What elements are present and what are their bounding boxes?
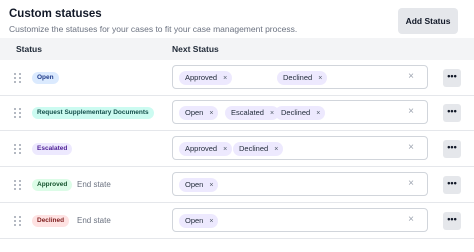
- clear-selection-icon[interactable]: ×: [405, 70, 417, 84]
- remove-chip-icon[interactable]: ×: [316, 110, 320, 117]
- more-options-button[interactable]: •••: [443, 69, 461, 87]
- next-status-chip: Escalated ×: [225, 106, 280, 120]
- table-row: Declined End state Open × × •••: [0, 203, 474, 239]
- chip-label: Declined: [239, 144, 269, 153]
- end-state-label: End state: [77, 216, 111, 225]
- status-badge: Approved: [32, 179, 73, 191]
- clear-selection-icon[interactable]: ×: [405, 177, 417, 191]
- table-row: Approved End state Open × × •••: [0, 167, 474, 203]
- drag-handle-icon[interactable]: [14, 73, 22, 84]
- next-status-chip: Open ×: [179, 106, 219, 120]
- next-status-chip: Declined ×: [275, 106, 326, 120]
- next-status-chip: Declined ×: [233, 142, 284, 156]
- clear-selection-icon[interactable]: ×: [405, 213, 417, 227]
- remove-chip-icon[interactable]: ×: [209, 182, 213, 189]
- status-badge: Request Supplementary Documents: [32, 107, 154, 119]
- next-status-select[interactable]: Open × ×: [172, 208, 428, 232]
- remove-chip-icon[interactable]: ×: [209, 218, 213, 225]
- drag-handle-icon[interactable]: [14, 144, 22, 155]
- chip-label: Open: [185, 180, 204, 189]
- page-title: Custom statuses: [9, 8, 102, 20]
- chip-label: Open: [185, 108, 204, 117]
- more-options-button[interactable]: •••: [443, 212, 461, 230]
- chip-label: Declined: [283, 73, 313, 82]
- column-header-next-status: Next Status: [172, 44, 219, 54]
- drag-handle-icon[interactable]: [14, 108, 22, 119]
- chip-label: Escalated: [231, 108, 264, 117]
- next-status-select[interactable]: Open × ×: [172, 172, 428, 196]
- chip-label: Approved: [185, 144, 218, 153]
- next-status-select[interactable]: Approved × Declined × ×: [172, 65, 428, 89]
- column-header-status: Status: [16, 44, 42, 54]
- chip-label: Declined: [281, 108, 311, 117]
- next-status-select[interactable]: Open × Escalated × Declined × ×: [172, 100, 428, 124]
- remove-chip-icon[interactable]: ×: [270, 110, 274, 117]
- table-row: Open Approved × Declined × × •••: [0, 60, 474, 96]
- remove-chip-icon[interactable]: ×: [223, 75, 227, 82]
- next-status-chip: Approved ×: [179, 71, 233, 85]
- next-status-chip: Open ×: [179, 214, 219, 228]
- more-options-button[interactable]: •••: [443, 104, 461, 122]
- next-status-chip: Declined ×: [277, 71, 328, 85]
- more-options-button[interactable]: •••: [443, 176, 461, 194]
- next-status-chip: Open ×: [179, 178, 219, 192]
- add-status-button[interactable]: Add Status: [398, 8, 458, 34]
- table-row: Escalated Approved × Declined × × •••: [0, 131, 474, 167]
- next-status-select[interactable]: Approved × Declined × ×: [172, 136, 428, 160]
- chip-label: Open: [185, 216, 204, 225]
- clear-selection-icon[interactable]: ×: [405, 141, 417, 155]
- remove-chip-icon[interactable]: ×: [223, 146, 227, 153]
- drag-handle-icon[interactable]: [14, 216, 22, 227]
- remove-chip-icon[interactable]: ×: [274, 146, 278, 153]
- status-badge: Declined: [32, 215, 70, 227]
- drag-handle-icon[interactable]: [14, 180, 22, 191]
- table-header: Status Next Status: [0, 38, 474, 60]
- status-badge: Open: [32, 72, 59, 84]
- end-state-label: End state: [77, 180, 111, 189]
- next-status-chip: Approved ×: [179, 142, 233, 156]
- custom-statuses-page: Custom statuses Customize the statuses f…: [0, 0, 474, 252]
- clear-selection-icon[interactable]: ×: [405, 105, 417, 119]
- page-subtitle: Customize the statuses for your cases to…: [9, 24, 298, 34]
- remove-chip-icon[interactable]: ×: [318, 75, 322, 82]
- remove-chip-icon[interactable]: ×: [209, 110, 213, 117]
- chip-label: Approved: [185, 73, 218, 82]
- status-badge: Escalated: [32, 143, 73, 155]
- table-row: Request Supplementary Documents Open × Esca…: [0, 95, 474, 131]
- more-options-button[interactable]: •••: [443, 140, 461, 158]
